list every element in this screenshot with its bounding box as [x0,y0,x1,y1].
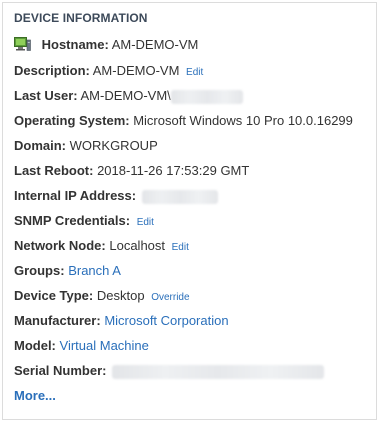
operating-system-row: Operating System: Microsoft Windows 10 P… [14,112,353,130]
snmp-credentials-label: SNMP Credentials: [14,213,131,228]
groups-label: Groups: [14,263,65,278]
model-link[interactable]: Virtual Machine [60,338,149,353]
operating-system-value: Microsoft Windows 10 Pro 10.0.16299 [133,113,353,128]
device-type-value: Desktop [96,288,145,303]
hostname-value: AM-DEMO-VM [111,37,199,52]
last-user-value: AM-DEMO-VM\ [80,88,171,103]
domain-row: Domain: WORKGROUP [14,137,158,155]
redacted-ip-address [141,189,218,204]
network-node-value: Localhost [109,238,166,253]
group-link-branch-a[interactable]: Branch A [68,263,121,278]
network-node-row: Network Node: Localhost Edit [14,237,189,255]
hostname-label: Hostname: [41,37,109,52]
last-reboot-value: 2018-11-26 17:53:29 GMT [97,163,250,178]
redacted-serial-number [112,364,325,379]
last-user-label: Last User: [14,88,78,103]
device-type-label: Device Type: [14,288,94,303]
hostname-row: Hostname: AM-DEMO-VM [14,36,198,54]
edit-snmp-credentials-link[interactable]: Edit [137,217,154,228]
groups-row: Groups: Branch A [14,262,121,280]
device-type-row: Device Type: Desktop Override [14,287,190,305]
redacted-username [170,89,243,104]
description-value: AM-DEMO-VM [92,63,180,78]
device-information-panel: DEVICE INFORMATION Hostname: AM-DEMO-VM … [2,2,377,420]
model-label: Model: [14,338,56,353]
edit-description-link[interactable]: Edit [186,67,203,78]
manufacturer-label: Manufacturer: [14,313,101,328]
description-row: Description: AM-DEMO-VM Edit [14,62,203,80]
domain-label: Domain: [14,138,66,153]
internal-ip-label: Internal IP Address: [14,188,137,203]
manufacturer-link[interactable]: Microsoft Corporation [104,313,228,328]
last-reboot-row: Last Reboot: 2018-11-26 17:53:29 GMT [14,162,249,180]
domain-value: WORKGROUP [69,138,158,153]
operating-system-label: Operating System: [14,113,130,128]
serial-number-label: Serial Number: [14,363,107,378]
more-link[interactable]: More... [14,388,56,403]
network-node-label: Network Node: [14,238,106,253]
manufacturer-row: Manufacturer: Microsoft Corporation [14,312,229,330]
panel-title: DEVICE INFORMATION [14,11,148,25]
more-row: More... [14,387,56,405]
last-user-row: Last User: AM-DEMO-VM\ [14,87,243,105]
edit-network-node-link[interactable]: Edit [172,242,189,253]
last-reboot-label: Last Reboot: [14,163,94,178]
computer-icon [14,37,31,51]
description-label: Description: [14,63,90,78]
override-device-type-link[interactable]: Override [151,292,189,303]
internal-ip-row: Internal IP Address: [14,187,218,205]
serial-number-row: Serial Number: [14,362,325,380]
snmp-credentials-row: SNMP Credentials: Edit [14,212,154,230]
model-row: Model: Virtual Machine [14,337,149,355]
